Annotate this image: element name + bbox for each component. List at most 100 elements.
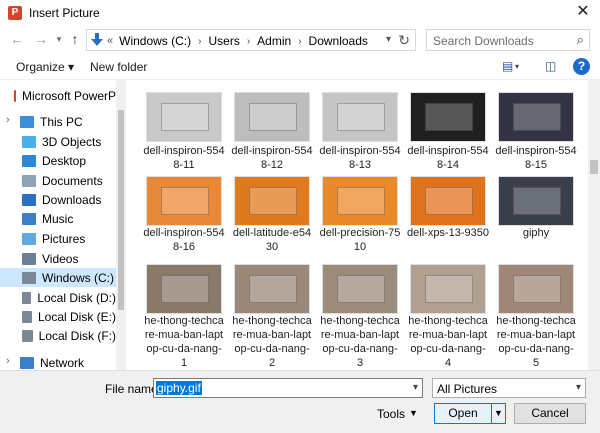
file-name-dropdown-icon[interactable]: ▾ — [413, 382, 418, 393]
breadcrumb-item[interactable]: Downloads — [309, 34, 368, 48]
sidebar-item[interactable]: Downloads — [0, 190, 116, 209]
file-name: he-thong-techca re-mua-ban-lapt op-cu-da-n… — [317, 314, 403, 370]
file-thumbnail[interactable] — [146, 176, 222, 226]
file-name: giphy — [493, 226, 579, 240]
search-box[interactable]: Search Downloads ⌕ — [426, 29, 590, 51]
breadcrumb-separator-icon[interactable]: › — [247, 36, 250, 47]
file-thumbnail[interactable] — [410, 264, 486, 314]
breadcrumb-overflow-icon[interactable]: « — [107, 35, 113, 47]
expand-chevron-icon[interactable]: › — [6, 355, 10, 367]
sidebar-item[interactable]: 3D Objects — [0, 132, 116, 151]
file-list-scrollbar[interactable] — [588, 80, 600, 370]
sidebar-item[interactable]: Microsoft PowerP — [0, 86, 116, 105]
sidebar-item[interactable]: Desktop — [0, 151, 116, 170]
open-options-dropdown-icon[interactable]: ▼ — [492, 403, 506, 424]
file-name-value[interactable]: giphy.gif — [156, 381, 202, 395]
sidebar-item[interactable]: Local Disk (D:) — [0, 288, 116, 307]
file-name-line: he-thong-techca — [408, 315, 488, 327]
file-thumbnail[interactable] — [498, 176, 574, 226]
close-button[interactable]: ✕ — [566, 0, 600, 26]
thumbnail-preview — [513, 275, 561, 303]
address-dropdown-icon[interactable]: ▾ — [386, 34, 391, 45]
file-name-line: 8-14 — [436, 159, 460, 171]
sidebar-item[interactable]: Windows (C:) — [0, 268, 116, 287]
expand-chevron-icon[interactable]: › — [6, 114, 10, 126]
sidebar-item[interactable]: › Network — [0, 353, 116, 370]
up-arrow-icon[interactable]: ↑ — [66, 30, 84, 48]
sidebar-item[interactable]: Pictures — [0, 229, 116, 248]
sidebar-item[interactable]: › This PC — [0, 112, 116, 131]
scrollbar-thumb[interactable] — [118, 110, 124, 310]
preview-pane-icon[interactable]: ◫ — [545, 59, 556, 73]
sidebar-item-label: Local Disk (F:) — [38, 328, 116, 343]
file-thumbnail[interactable] — [322, 92, 398, 142]
view-options-icon[interactable]: ▤ — [502, 59, 513, 73]
file-thumbnail[interactable] — [410, 92, 486, 142]
file-name: dell-latitude-e54 30 — [229, 226, 315, 254]
file-thumbnail[interactable] — [322, 176, 398, 226]
breadcrumb-separator-icon[interactable]: › — [198, 36, 201, 47]
thumbnail-preview — [337, 103, 385, 131]
open-button[interactable]: Open — [434, 403, 492, 424]
sidebar-item[interactable]: Documents — [0, 171, 116, 190]
file-thumbnail[interactable] — [234, 176, 310, 226]
file-name-line: he-thong-techca — [320, 315, 400, 327]
file-name: dell-inspiron-554 8-15 — [493, 144, 579, 172]
search-icon[interactable]: ⌕ — [577, 32, 584, 48]
sidebar-item-label: This PC — [40, 114, 83, 129]
file-name-line: he-thong-techca — [144, 315, 224, 327]
file-name-line: dell-inspiron-554 — [319, 145, 401, 157]
navigation-pane-scrollbar[interactable] — [116, 80, 126, 370]
breadcrumb-item[interactable]: Users — [208, 34, 239, 48]
file-name-line: re-mua-ban-lapt — [496, 329, 576, 341]
tools-dropdown-icon[interactable]: ▼ — [409, 408, 418, 418]
breadcrumb-item[interactable]: Windows (C:) — [119, 34, 191, 48]
sidebar-item[interactable]: Local Disk (E:) — [0, 307, 116, 326]
file-thumbnail[interactable] — [234, 264, 310, 314]
file-name-line: dell-inspiron-554 — [143, 227, 225, 239]
file-name-line: op-cu-da-nang- — [146, 343, 222, 355]
file-name: he-thong-techca re-mua-ban-lapt op-cu-da-n… — [493, 314, 579, 370]
back-arrow-icon[interactable]: ← — [8, 30, 26, 48]
sidebar-item-label: Windows (C:) — [42, 270, 115, 285]
sidebar-item[interactable]: Videos — [0, 249, 116, 268]
file-thumbnail[interactable] — [146, 92, 222, 142]
sidebar-item-label: Pictures — [42, 231, 86, 246]
file-thumbnail[interactable] — [410, 176, 486, 226]
address-bar[interactable]: « Windows (C:) › Users › Admin › Downloa… — [86, 29, 416, 51]
cancel-button[interactable]: Cancel — [514, 403, 586, 424]
file-thumbnail[interactable] — [322, 264, 398, 314]
file-name-line: 4 — [444, 357, 452, 369]
drive-icon — [22, 310, 32, 323]
breadcrumb-item[interactable]: Admin — [257, 34, 291, 48]
new-folder-button[interactable]: New folder — [90, 60, 147, 74]
file-thumbnail[interactable] — [498, 264, 574, 314]
sidebar-item[interactable]: Local Disk (F:) — [0, 326, 116, 345]
refresh-icon[interactable]: ↻ — [398, 32, 410, 49]
file-type-value: All Pictures — [437, 382, 498, 396]
thumbnail-preview — [425, 187, 473, 215]
help-icon[interactable]: ? — [573, 58, 590, 75]
tools-button[interactable]: Tools — [377, 407, 405, 421]
file-name-line: dell-inspiron-554 — [231, 145, 313, 157]
file-name-line: he-thong-techca — [496, 315, 576, 327]
file-thumbnail[interactable] — [234, 92, 310, 142]
file-type-dropdown-icon[interactable]: ▾ — [576, 382, 581, 393]
organize-button[interactable]: Organize ▾ — [16, 60, 74, 74]
sidebar-item[interactable]: Music — [0, 209, 116, 228]
file-type-select[interactable]: All Pictures ▾ — [432, 378, 586, 398]
navigation-bar: ← → ▾ ↑ « Windows (C:) › Users › Admin ›… — [0, 26, 600, 54]
scrollbar-thumb[interactable] — [590, 160, 598, 174]
file-name-line: re-mua-ban-lapt — [232, 329, 312, 341]
forward-arrow-icon[interactable]: → — [32, 30, 50, 48]
file-name-line: 5 — [532, 357, 540, 369]
file-name: dell-inspiron-554 8-11 — [141, 144, 227, 172]
breadcrumb-separator-icon[interactable]: › — [298, 36, 301, 47]
file-name: dell-inspiron-554 8-16 — [141, 226, 227, 254]
file-thumbnail[interactable] — [498, 92, 574, 142]
view-dropdown-icon[interactable]: ▾ — [515, 62, 519, 71]
file-name-line: 8-12 — [260, 159, 284, 171]
file-thumbnail[interactable] — [146, 264, 222, 314]
search-input[interactable]: Search Downloads — [433, 34, 534, 48]
file-name-field[interactable]: giphy.gif ▾ — [153, 378, 423, 398]
